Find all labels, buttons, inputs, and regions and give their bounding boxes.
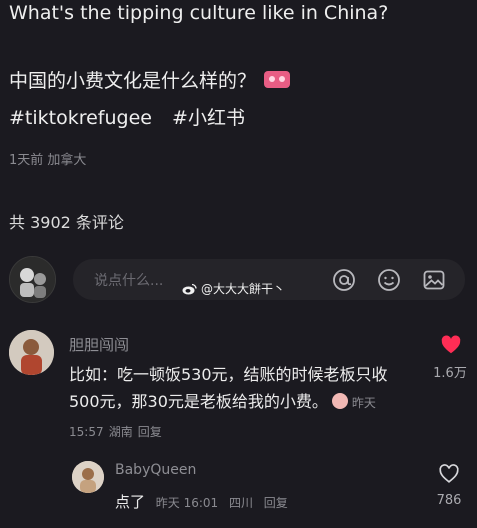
mention-button[interactable]	[332, 268, 356, 292]
post-body: 中国的小费文化是什么样的？	[9, 66, 291, 93]
like-button[interactable]	[438, 463, 460, 485]
replier-avatar-icon	[72, 461, 104, 493]
embarrassed-emoji-icon	[264, 71, 291, 88]
comment-location: 湖南	[108, 425, 133, 439]
blush-emoji-icon	[331, 393, 348, 409]
comment-author[interactable]: BabyQueen	[115, 462, 196, 478]
avatar[interactable]	[72, 461, 104, 493]
watermark: @大大大餅干丶	[182, 280, 285, 297]
weibo-logo-icon	[182, 283, 197, 294]
post-meta: 1天前 加拿大	[9, 153, 87, 168]
smiley-icon	[378, 269, 400, 291]
avatar[interactable]	[9, 256, 56, 303]
comment-location: 四川	[228, 496, 253, 510]
post-tags: #tiktokrefugee #小红书	[9, 103, 245, 130]
comment-text: 点了	[115, 493, 146, 511]
watermark-text: @大大大餅干丶	[201, 282, 286, 296]
user-avatar-icon	[10, 257, 55, 302]
commenter-avatar-icon	[9, 330, 54, 375]
like-count: 1.6万	[433, 366, 467, 381]
comment-input-placeholder: 说点什么...	[94, 273, 164, 289]
comment-time: 昨天 16:01	[155, 496, 219, 510]
reply-button[interactable]: 回复	[264, 496, 288, 510]
reply-button[interactable]: 回复	[138, 425, 162, 439]
like-button[interactable]	[440, 334, 462, 356]
heart-filled-icon	[441, 335, 461, 354]
comment-body: 比如：吃一顿饭530元，结账的时候老板只收500元，那30元是老板给我的小费。昨…	[69, 361, 409, 446]
emoji-button[interactable]	[377, 268, 401, 292]
image-button[interactable]	[422, 268, 446, 292]
image-icon	[423, 270, 445, 290]
like-count: 786	[436, 493, 462, 508]
comment-body: 点了 昨天 16:01 四川 回复	[115, 491, 288, 512]
at-icon	[333, 269, 355, 291]
post-body-text: 中国的小费文化是什么样的？	[9, 70, 257, 92]
post-title: What's the tipping culture like in China…	[9, 2, 389, 24]
avatar[interactable]	[9, 330, 54, 375]
hashtag-xiaohongshu[interactable]: #小红书	[172, 107, 245, 129]
heart-outline-icon	[439, 464, 459, 483]
hashtag-tiktokrefugee[interactable]: #tiktokrefugee	[9, 107, 152, 129]
comment-author[interactable]: 胆胆闯闯	[69, 334, 129, 355]
comment-count: 共 3902 条评论	[9, 213, 124, 232]
